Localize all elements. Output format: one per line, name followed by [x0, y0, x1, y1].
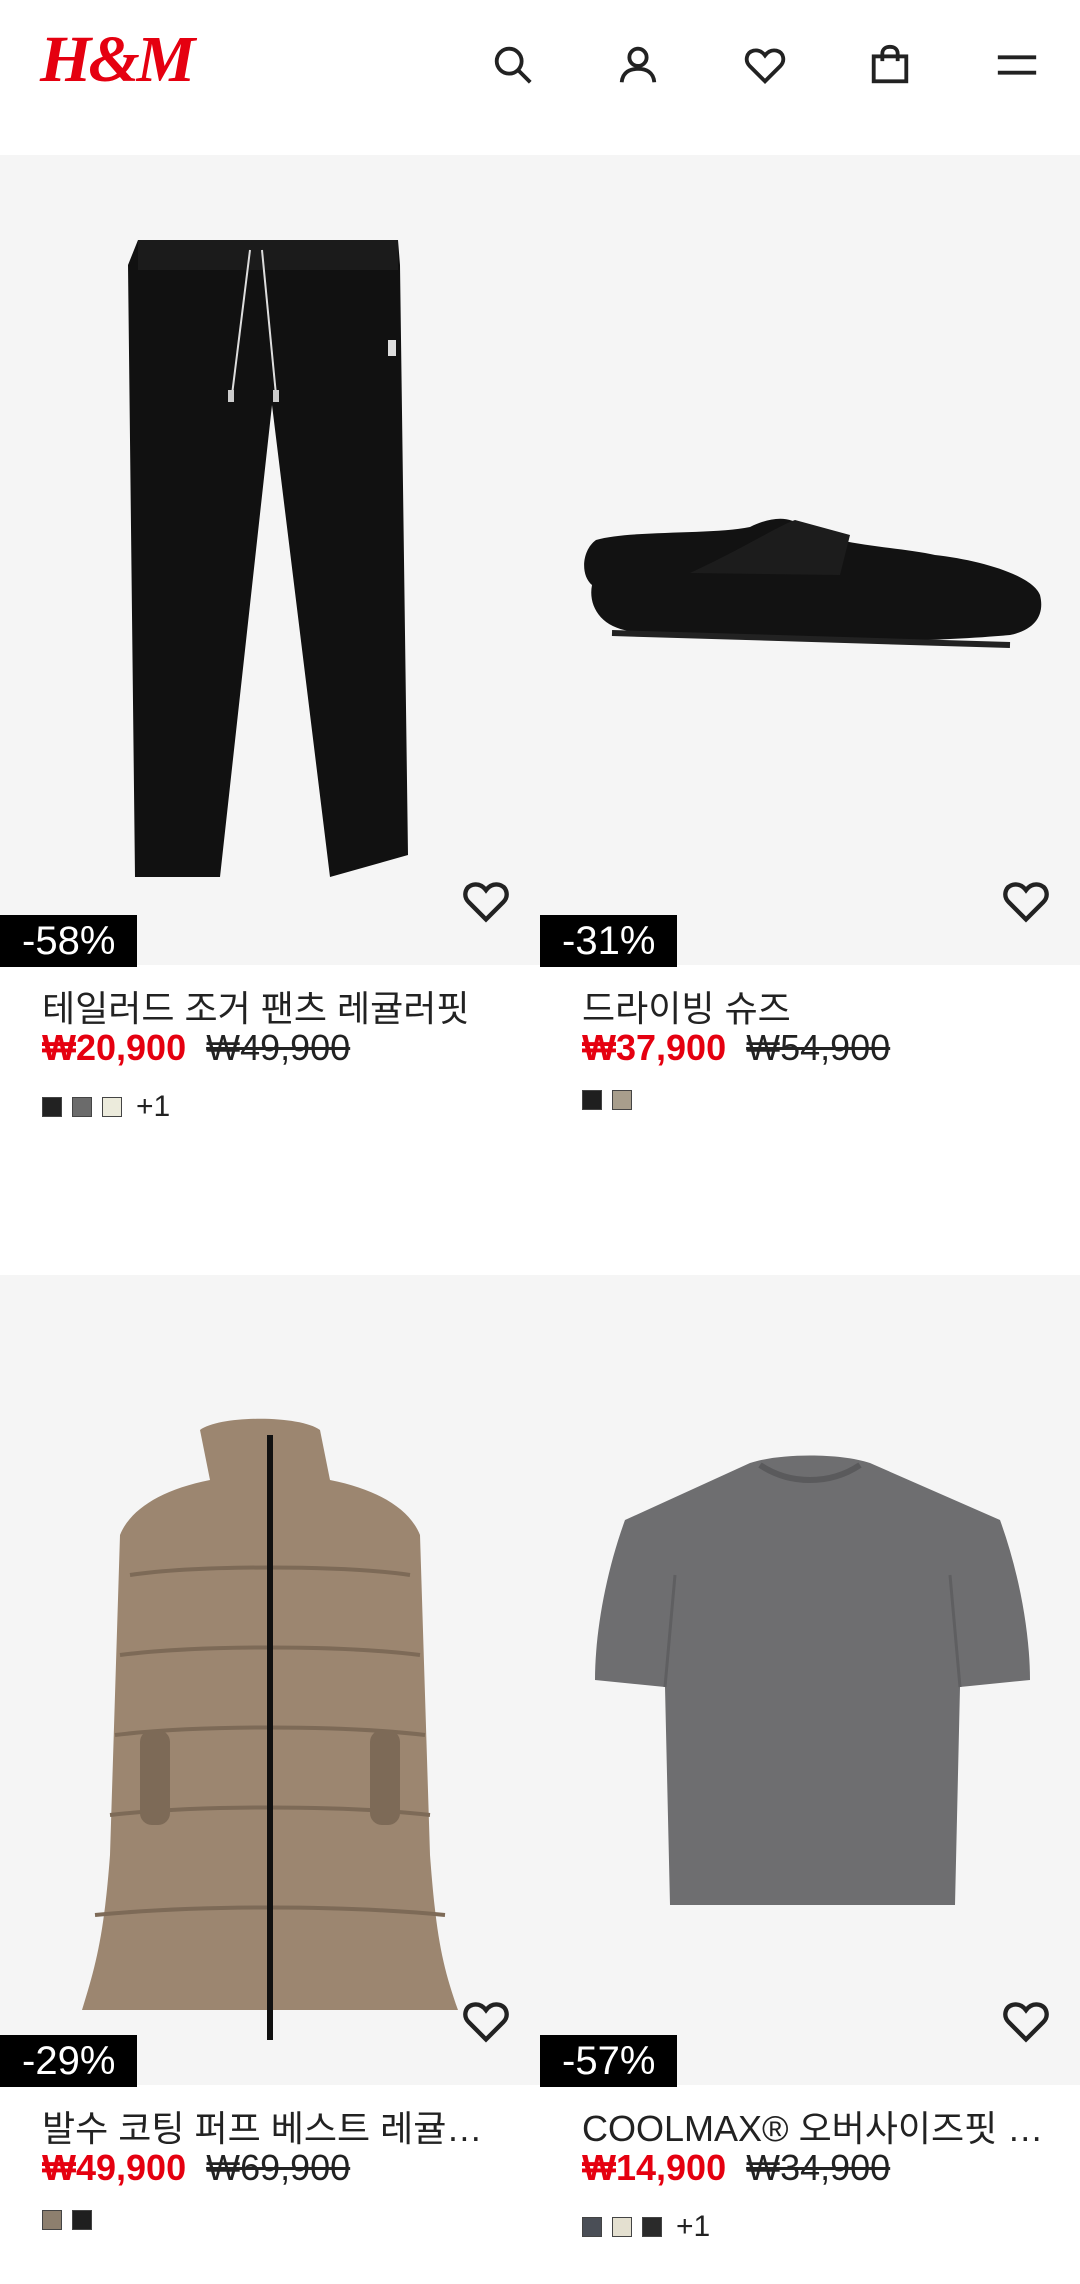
product-image[interactable]	[540, 1275, 1080, 2085]
more-colors: +1	[676, 2210, 711, 2243]
product-image[interactable]	[0, 1275, 540, 2085]
price-row: ₩49,900 ₩69,900	[42, 2147, 350, 2189]
swatch[interactable]	[582, 1090, 602, 1110]
sale-price: ₩37,900	[582, 1027, 727, 1068]
color-swatches: +1	[582, 2210, 710, 2244]
price-row: ₩20,900 ₩49,900	[42, 1027, 350, 1069]
swatch[interactable]	[612, 2217, 632, 2237]
color-swatches	[42, 2210, 92, 2230]
sale-price: ₩49,900	[42, 2147, 187, 2188]
swatch[interactable]	[72, 2210, 92, 2230]
favorite-icon[interactable]	[460, 875, 512, 927]
product-image[interactable]	[0, 155, 540, 965]
price-row: ₩14,900 ₩34,900	[582, 2147, 890, 2189]
discount-badge: -58%	[0, 915, 138, 967]
original-price: ₩69,900	[206, 2147, 351, 2188]
swatch[interactable]	[102, 1097, 122, 1117]
price-row: ₩37,900 ₩54,900	[582, 1027, 890, 1069]
swatch[interactable]	[42, 1097, 62, 1117]
more-colors: +1	[136, 1090, 171, 1123]
product-title[interactable]: 드라이빙 슈즈	[582, 980, 1052, 1032]
swatch[interactable]	[642, 2217, 662, 2237]
account-icon[interactable]	[603, 30, 673, 100]
discount-badge: -29%	[0, 2035, 138, 2087]
bag-icon[interactable]	[855, 30, 925, 100]
original-price: ₩34,900	[746, 2147, 891, 2188]
sale-price: ₩14,900	[582, 2147, 727, 2188]
swatch[interactable]	[612, 1090, 632, 1110]
menu-icon[interactable]	[982, 30, 1052, 100]
favorite-icon[interactable]	[1000, 1995, 1052, 2047]
swatch[interactable]	[42, 2210, 62, 2230]
original-price: ₩49,900	[206, 1027, 351, 1068]
wishlist-icon[interactable]	[730, 30, 800, 100]
swatch[interactable]	[72, 1097, 92, 1117]
favorite-icon[interactable]	[1000, 875, 1052, 927]
color-swatches: +1	[42, 1090, 170, 1124]
original-price: ₩54,900	[746, 1027, 891, 1068]
top-header: H&M	[0, 0, 1080, 155]
color-swatches	[582, 1090, 632, 1110]
sale-price: ₩20,900	[42, 1027, 187, 1068]
product-title[interactable]: 테일러드 조거 팬츠 레귤러핏	[42, 980, 512, 1032]
discount-badge: -31%	[540, 915, 678, 967]
search-icon[interactable]	[478, 30, 548, 100]
product-title[interactable]: COOLMAX® 오버사이즈핏 …	[582, 2100, 1052, 2152]
product-title[interactable]: 발수 코팅 퍼프 베스트 레귤…	[42, 2100, 512, 2152]
swatch[interactable]	[582, 2217, 602, 2237]
discount-badge: -57%	[540, 2035, 678, 2087]
favorite-icon[interactable]	[460, 1995, 512, 2047]
product-image[interactable]	[540, 155, 1080, 965]
hm-logo[interactable]: H&M	[40, 22, 195, 98]
